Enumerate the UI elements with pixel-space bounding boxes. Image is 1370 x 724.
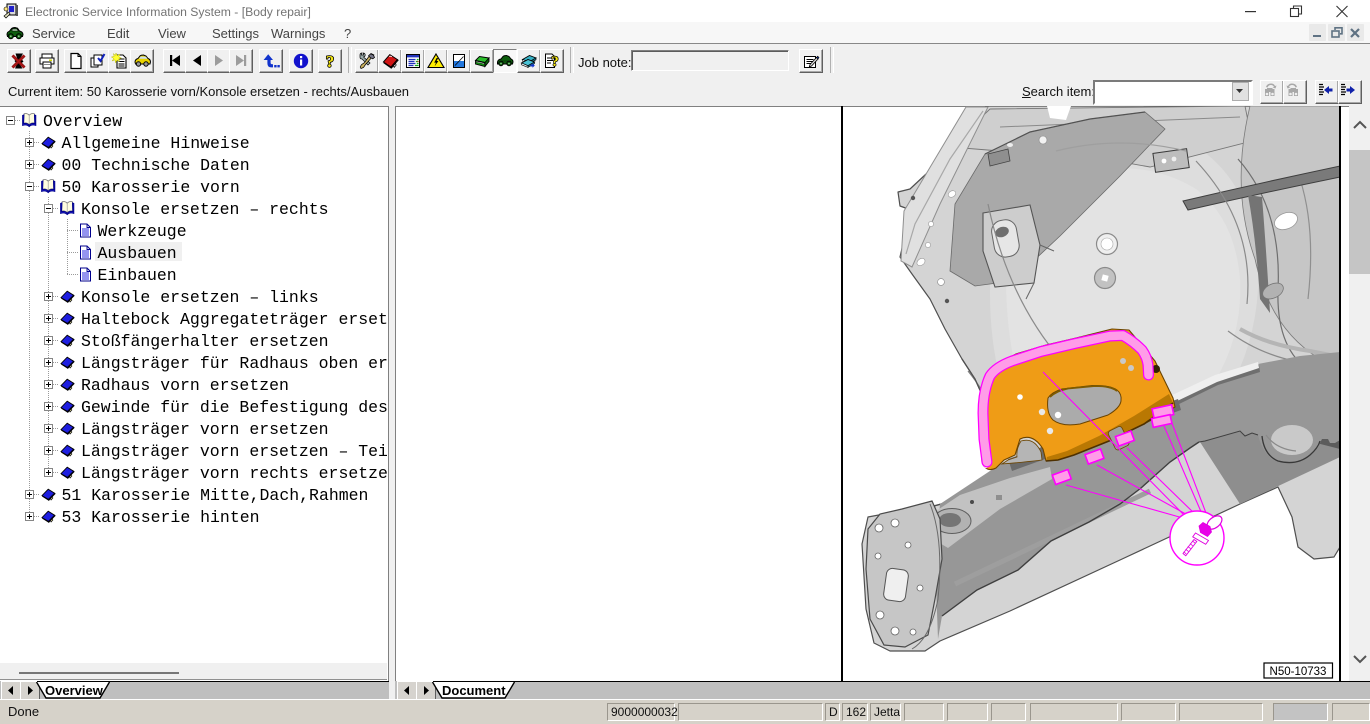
svg-text:?: ? (326, 52, 335, 70)
svg-text:?: ? (551, 54, 559, 70)
svg-text:N50-10733: N50-10733 (1270, 666, 1327, 678)
